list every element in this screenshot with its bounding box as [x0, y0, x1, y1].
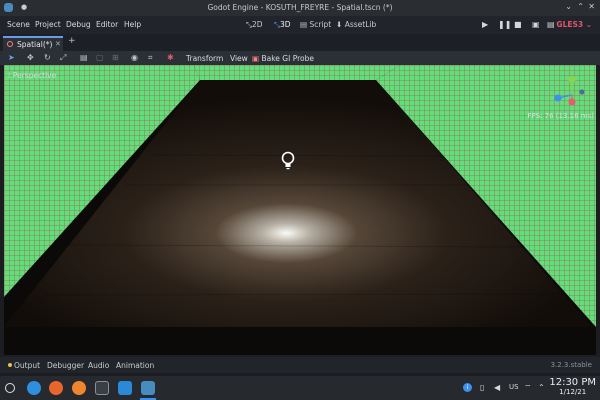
- close-tab-icon[interactable]: ✕: [55, 40, 61, 48]
- assetlib-icon: ⬇: [336, 20, 343, 29]
- minimize-icon[interactable]: ⌄: [565, 2, 572, 11]
- clock-time: 12:30 PM: [549, 377, 596, 388]
- viewport-perspective-menu[interactable]: ⁞ Perspective: [8, 71, 56, 80]
- renderer-select[interactable]: GLES3 ⌄: [556, 20, 592, 29]
- tab-spatial-label: Spatial(*): [17, 40, 53, 49]
- maximize-icon[interactable]: ⌃: [577, 2, 584, 11]
- mode-3d-button[interactable]: ⤡3D: [274, 20, 291, 30]
- file-manager-icon[interactable]: [27, 381, 41, 395]
- transform-menu[interactable]: Transform: [186, 54, 223, 63]
- add-tab-icon[interactable]: +: [68, 36, 76, 46]
- bottom-panel-bar: Output Debugger Audio Animation 3.2.3.st…: [0, 357, 600, 373]
- clipboard-icon[interactable]: ▯: [480, 383, 484, 392]
- godot-app-icon[interactable]: [141, 381, 155, 395]
- mode-assetlib-button[interactable]: ⬇ AssetLib: [336, 20, 376, 29]
- tab-output[interactable]: Output: [14, 361, 40, 370]
- tray-expand-icon[interactable]: ⌃: [538, 383, 545, 392]
- window-title-bar: ● Godot Engine - KOSUTH_FREYRE - Spatial…: [0, 0, 600, 16]
- os-taskbar: i ▯ ◀ US ⌔ ⌃ 12:30 PM 1/12/21: [0, 376, 600, 400]
- play-icon[interactable]: ▶: [482, 20, 488, 29]
- keyboard-layout[interactable]: US: [509, 383, 519, 391]
- lock-icon[interactable]: ▢: [96, 53, 104, 62]
- back-wall-mesh: [194, 65, 400, 80]
- group-icon[interactable]: ⊞: [112, 53, 119, 62]
- mode-2d-button[interactable]: ⤡2D: [246, 20, 263, 30]
- menu-help[interactable]: Help: [124, 20, 141, 29]
- window-title: Godot Engine - KOSUTH_FREYRE - Spatial.t…: [207, 3, 393, 12]
- snap-icon[interactable]: ⌗: [148, 53, 153, 63]
- clock-date: 1/12/21: [559, 388, 587, 396]
- volume-icon[interactable]: ◀: [494, 383, 500, 392]
- output-status-dot-icon: [8, 363, 12, 367]
- menu-debug[interactable]: Debug: [66, 20, 91, 29]
- stop-icon[interactable]: ■: [514, 20, 522, 29]
- menu-project[interactable]: Project: [35, 20, 61, 29]
- fps-readout: FPS: 76 (13.16 ms): [527, 112, 594, 120]
- vscode-icon[interactable]: [118, 381, 132, 395]
- close-window-icon[interactable]: ✕: [588, 2, 595, 11]
- menu-editor[interactable]: Editor: [96, 20, 118, 29]
- tab-spatial[interactable]: Spatial(*) ✕: [3, 36, 63, 51]
- select-tool-icon[interactable]: ➤: [8, 53, 15, 62]
- terminal-icon[interactable]: [95, 381, 109, 395]
- move-tool-icon[interactable]: ✥: [27, 53, 34, 62]
- wifi-icon[interactable]: ⌔: [524, 383, 532, 393]
- view-menu[interactable]: View: [230, 54, 248, 63]
- version-label: 3.2.3.stable: [550, 361, 592, 369]
- firefox-icon[interactable]: [49, 381, 63, 395]
- scene-tab-bar: Spatial(*) ✕: [0, 34, 600, 51]
- spatial-node-icon: [7, 41, 13, 47]
- viewport-toolbar: ➤ ✥ ↻ ⤢ ▤ ▢ ⊞ ◉ ⌗ ✱ Transform View ▣ Bak…: [0, 51, 600, 65]
- app-launcher-icon[interactable]: [5, 383, 15, 393]
- blender-icon[interactable]: [72, 381, 86, 395]
- menu-chevron-icon: ⁞: [8, 71, 11, 80]
- scale-tool-icon[interactable]: ⤢: [60, 53, 66, 63]
- local-space-icon[interactable]: ◉: [131, 53, 138, 62]
- info-icon[interactable]: i: [463, 383, 472, 392]
- script-icon: ▤: [300, 20, 308, 29]
- list-select-icon[interactable]: ▤: [80, 53, 88, 62]
- pause-icon[interactable]: ❚❚: [498, 20, 511, 29]
- tab-debugger[interactable]: Debugger: [47, 361, 84, 370]
- camera-icon[interactable]: ✱: [167, 53, 174, 62]
- tab-audio[interactable]: Audio: [88, 361, 109, 370]
- 3d-viewport[interactable]: [4, 65, 596, 355]
- gi-probe-icon: ▣: [252, 54, 260, 63]
- bake-gi-probe-button[interactable]: ▣ Bake GI Probe: [252, 54, 314, 63]
- play-custom-scene-icon[interactable]: ▤: [547, 20, 555, 29]
- rotate-tool-icon[interactable]: ↻: [44, 53, 51, 62]
- play-scene-icon[interactable]: ▣: [532, 20, 540, 29]
- mode-script-button[interactable]: ▤ Script: [300, 20, 331, 29]
- clock[interactable]: 12:30 PM 1/12/21: [549, 377, 596, 396]
- menu-bar: Scene Project Debug Editor Help ⤡2D ⤡3D …: [0, 16, 600, 34]
- tab-animation[interactable]: Animation: [116, 361, 154, 370]
- menu-scene[interactable]: Scene: [7, 20, 30, 29]
- viewport-scene: [4, 65, 596, 355]
